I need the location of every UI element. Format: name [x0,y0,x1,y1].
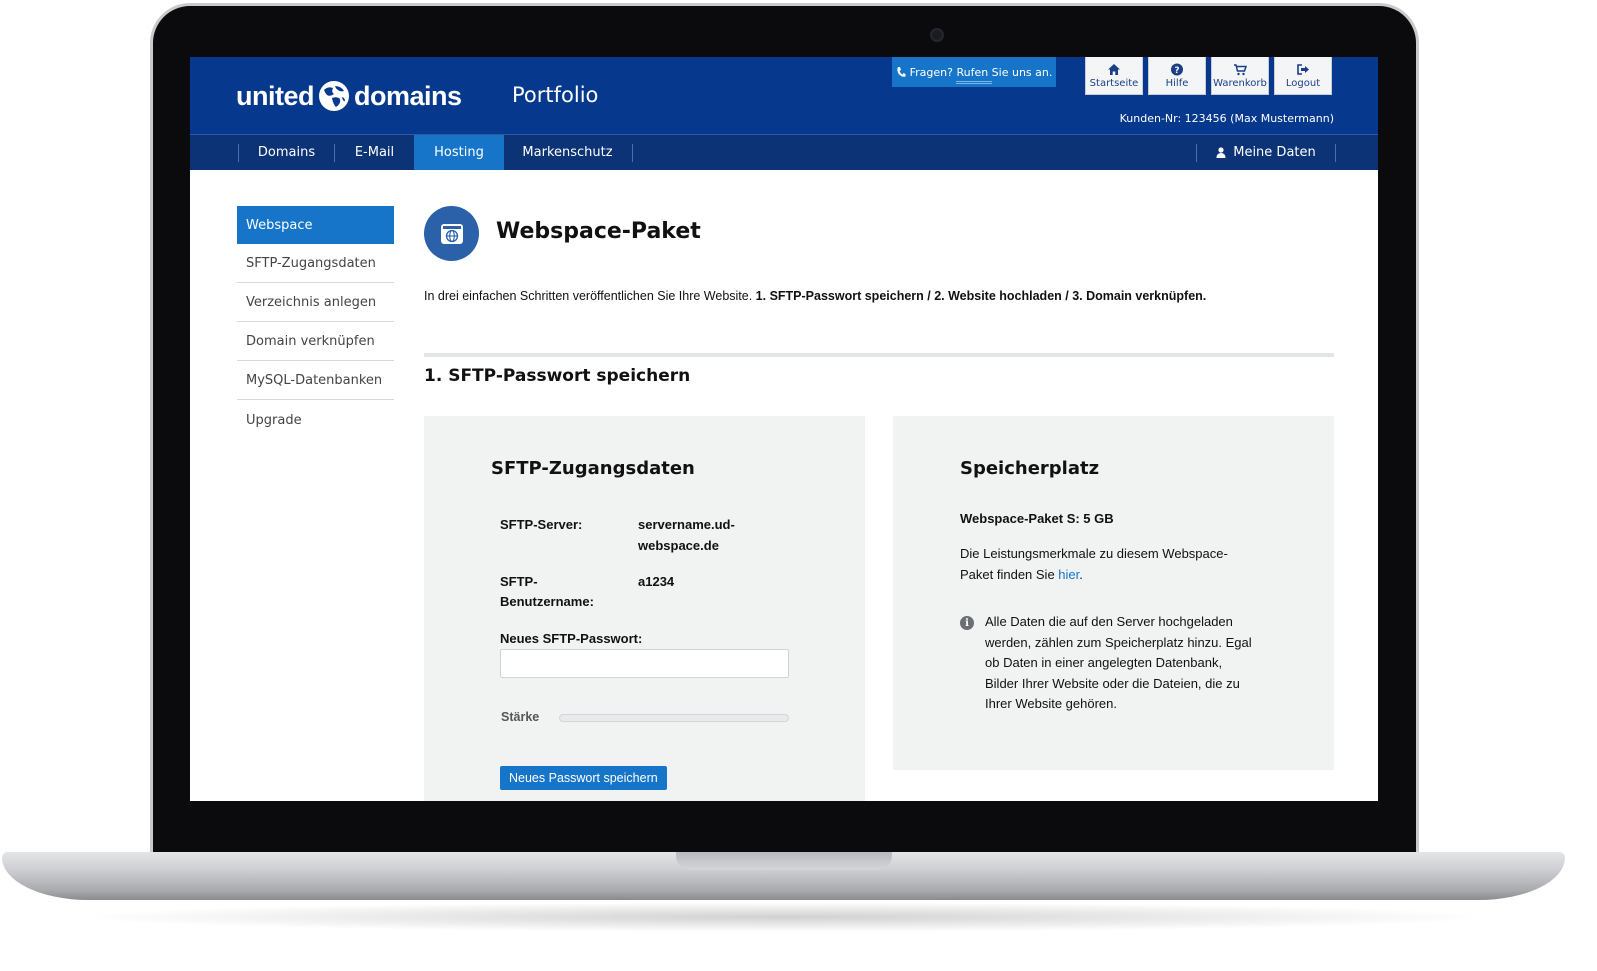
section-divider [424,353,1334,357]
info-line-3: ob Daten in einer angelegten Datenbank, [985,655,1223,670]
logo-text-right: domains [354,80,462,111]
nav-separator [1335,144,1336,162]
main-nav: Domains E-Mail Hosting Markenschutz Mein… [190,134,1378,170]
features-text-line2: Paket finden Sie hier. [960,564,1083,585]
logout-button-label: Logout [1285,77,1321,89]
laptop-notch [676,852,892,870]
site-header: united domains Portfolio Fragen? Rufen S… [190,57,1378,134]
sftp-username-value: a1234 [638,574,675,589]
server-globe-icon [440,223,463,244]
customer-number: Kunden-Nr: 123456 (Max Mustermann) [1119,112,1334,125]
webcam [930,28,944,42]
info-line-4: Bilder Ihrer Website oder die Dateien, d… [985,676,1240,691]
new-password-input[interactable] [500,649,789,678]
storage-panel: Speicherplatz Webspace-Paket S: 5 GB Die… [893,416,1334,770]
nav-separator [632,144,633,162]
nav-item-my-data[interactable]: Meine Daten [1197,135,1335,170]
logout-icon [1297,63,1309,75]
package-size: Webspace-Paket S: 5 GB [960,511,1114,526]
info-line-1: Alle Daten die auf den Server hochgelade… [985,614,1233,629]
call-us-tab[interactable]: Fragen? Rufen Sie uns an. [892,57,1056,87]
intro-sentence: In drei einfachen Schritten veröffentlic… [424,289,756,303]
password-strength-meter [559,714,789,722]
product-name: Portfolio [512,83,599,107]
help-button-label: Hilfe [1165,77,1189,89]
nav-item-hosting[interactable]: Hosting [414,135,504,170]
sidebar-item-create-directory[interactable]: Verzeichnis anlegen [237,284,394,322]
webspace-icon [424,206,479,261]
page-title: Webspace-Paket [496,219,701,244]
sftp-server-value-line2: webspace.de [638,538,719,553]
globe-logo-icon [319,81,349,111]
sidebar-item-webspace[interactable]: Webspace [237,206,394,244]
user-icon [1216,147,1226,158]
storage-panel-title: Speicherplatz [960,458,1100,479]
sftp-server-value-line1: servername.ud- [638,517,735,532]
screen: united domains Portfolio Fragen? Rufen S… [190,57,1378,801]
sidebar-item-upgrade[interactable]: Upgrade [237,401,394,439]
section-title: 1. SFTP-Passwort speichern [424,366,691,386]
nav-item-domains[interactable]: Domains [239,135,334,170]
my-data-label: Meine Daten [1233,145,1316,160]
save-password-button[interactable]: Neues Passwort speichern [500,766,667,790]
info-icon: i [960,616,974,630]
sftp-panel-title: SFTP-Zugangsdaten [491,458,695,479]
intro-steps: 1. SFTP-Passwort speichern / 2. Website … [755,289,1207,303]
intro-text: In drei einfachen Schritten veröffentlic… [424,289,1334,303]
sidebar-item-mysql[interactable]: MySQL-Datenbanken [237,362,394,400]
phone-icon [896,67,906,77]
info-line-2: werden, zählen zum Speicherplatz hinzu. … [985,635,1252,650]
features-text-prefix: Paket finden Sie [960,567,1059,582]
brand-logo[interactable]: united domains [236,79,462,113]
logo-text-left: united [236,80,315,111]
cart-button[interactable]: Warenkorb [1211,57,1269,95]
home-button-label: Startseite [1089,77,1139,89]
help-icon: ? [1171,63,1183,76]
sidebar-item-sftp-credentials[interactable]: SFTP-Zugangsdaten [237,245,394,283]
home-icon [1108,63,1120,75]
features-text-suffix: . [1079,567,1083,582]
svg-text:?: ? [1174,66,1179,76]
sftp-credentials-panel: SFTP-Zugangsdaten SFTP-Server: servernam… [424,416,865,801]
sidebar-item-link-domain[interactable]: Domain verknüpfen [237,323,394,361]
sftp-server-label: SFTP-Server: [500,517,583,532]
cart-button-label: Warenkorb [1213,77,1267,89]
password-label: Neues SFTP-Passwort: [500,631,643,646]
drag-handle-icon [956,81,992,84]
laptop-shadow [70,902,1500,932]
cart-icon [1234,63,1247,75]
sftp-username-label-line2: Benutzername: [500,594,594,609]
nav-item-markenschutz[interactable]: Markenschutz [504,135,631,170]
help-button[interactable]: ? Hilfe [1148,57,1206,95]
sftp-username-label-line1: SFTP- [500,574,538,589]
call-us-label: Fragen? Rufen Sie uns an. [909,65,1053,79]
info-line-5: Ihrer Website gehören. [985,696,1117,711]
home-button[interactable]: Startseite [1085,57,1143,95]
features-text-line1: Die Leistungsmerkmale zu diesem Webspace… [960,546,1228,561]
features-link[interactable]: hier [1058,567,1079,582]
strength-label: Stärke [501,710,540,724]
logout-button[interactable]: Logout [1274,57,1332,95]
nav-item-email[interactable]: E-Mail [335,135,414,170]
